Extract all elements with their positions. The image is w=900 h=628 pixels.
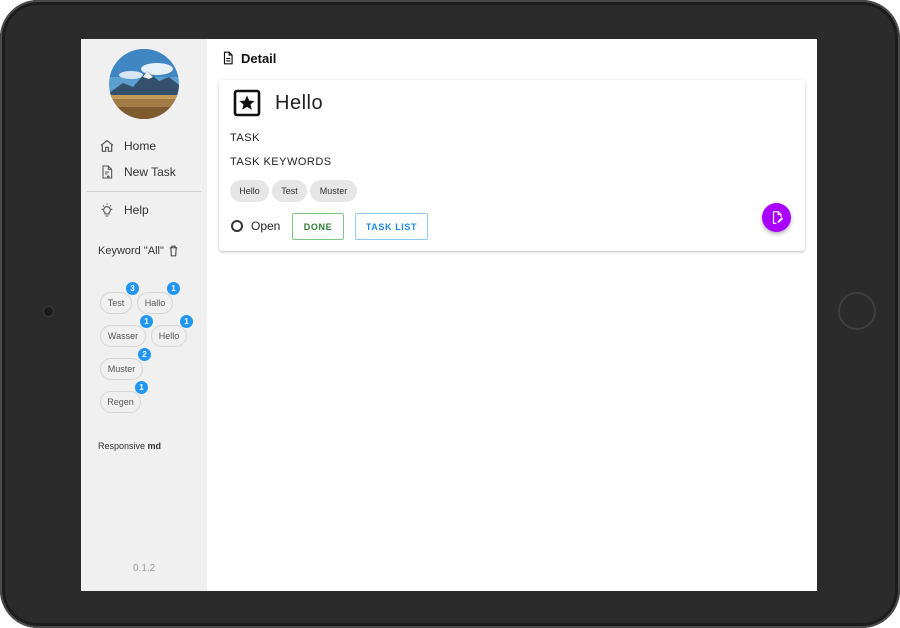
app-screen: Home New Task Help Keyword "All" Test 3 … <box>81 39 817 591</box>
trash-icon[interactable] <box>167 244 180 258</box>
note-add-icon <box>102 165 113 179</box>
responsive-breakpoint: md <box>147 441 162 451</box>
task-label: TASK <box>230 132 260 144</box>
nav-new-task[interactable]: New Task <box>99 162 176 182</box>
keyword-count-badge: 1 <box>180 315 193 328</box>
task-title: Hello <box>275 91 324 114</box>
keyword-chip-label: Wasser <box>107 331 139 341</box>
nav-help[interactable]: Help <box>99 200 149 220</box>
app-version: 0.1.2 <box>133 563 156 574</box>
task-title-row: Hello <box>233 89 323 117</box>
home-hardware-button[interactable] <box>838 292 876 330</box>
keyword-filter-heading: Keyword "All" <box>98 244 180 258</box>
edit-document-icon <box>772 211 783 224</box>
task-list-button[interactable]: TASK LIST <box>355 213 428 240</box>
sidebar-divider <box>87 191 201 192</box>
task-status[interactable]: Open <box>231 219 280 233</box>
avatar[interactable] <box>109 49 179 119</box>
task-keyword-label: Hello <box>239 186 260 196</box>
keyword-chip-regen[interactable]: Regen <box>100 391 141 413</box>
keyword-chip-label: Regen <box>107 397 134 407</box>
keyword-count-badge: 2 <box>138 348 151 361</box>
task-keyword-label: Test <box>281 186 298 196</box>
task-detail-card: Hello TASK TASK KEYWORDS Hello Test Must… <box>219 80 805 251</box>
status-radio-icon[interactable] <box>231 220 243 232</box>
keyword-chip-label: Muster <box>107 364 136 374</box>
nav-help-label: Help <box>124 203 149 217</box>
page-title: Detail <box>241 50 277 66</box>
tablet-frame: Home New Task Help Keyword "All" Test 3 … <box>0 0 900 628</box>
keyword-chip-label: Hallo <box>144 298 166 308</box>
keyword-count-badge: 3 <box>126 282 139 295</box>
sidebar: Home New Task Help Keyword "All" Test 3 … <box>81 39 207 591</box>
task-keyword-chip[interactable]: Muster <box>310 180 357 202</box>
nav-home-label: Home <box>124 139 157 153</box>
document-icon <box>223 51 233 65</box>
keyword-count-badge: 1 <box>167 282 180 295</box>
keyword-chip-muster[interactable]: Muster <box>100 358 143 380</box>
keyword-chip-label: Test <box>107 298 125 308</box>
task-status-label: Open <box>251 219 281 233</box>
keyword-chip-hello[interactable]: Hello <box>151 325 187 347</box>
responsive-label: Responsive <box>98 441 146 451</box>
star-box-icon <box>233 89 261 117</box>
responsive-indicator: Responsive md <box>98 441 161 451</box>
home-icon <box>100 139 114 152</box>
task-keyword-chip[interactable]: Hello <box>230 180 269 202</box>
keyword-chip-test[interactable]: Test <box>100 292 132 314</box>
keyword-count-badge: 1 <box>135 381 148 394</box>
done-button[interactable]: DONE <box>292 213 344 240</box>
camera-icon <box>44 307 53 316</box>
edit-task-button[interactable] <box>762 203 791 232</box>
task-keyword-label: Muster <box>319 186 348 196</box>
task-keywords-label: TASK KEYWORDS <box>230 156 332 168</box>
keyword-chip-wasser[interactable]: Wasser <box>100 325 146 347</box>
lightbulb-icon <box>101 203 113 217</box>
keyword-chip-label: Hello <box>158 331 180 341</box>
keyword-count-badge: 1 <box>140 315 153 328</box>
page-header: Detail <box>221 50 276 66</box>
keyword-filter-label: Keyword "All" <box>98 245 164 257</box>
keyword-chip-hallo[interactable]: Hallo <box>137 292 173 314</box>
nav-new-task-label: New Task <box>124 165 176 179</box>
task-keyword-chip[interactable]: Test <box>272 180 307 202</box>
nav-home[interactable]: Home <box>99 136 156 156</box>
